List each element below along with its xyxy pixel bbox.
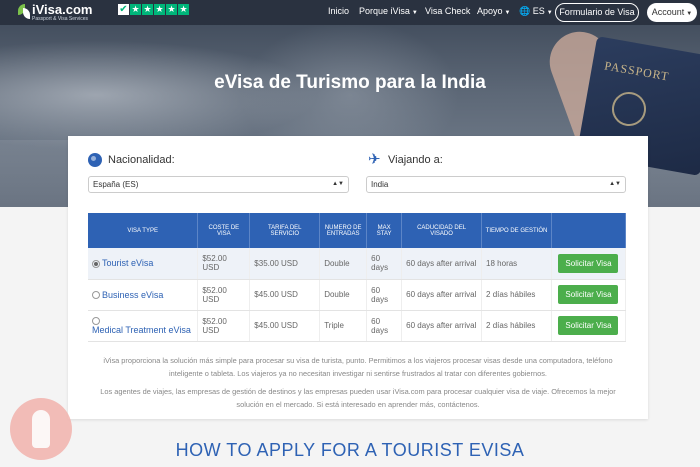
column-header: NUMERO DE ENTRADAS [319, 213, 368, 248]
nav-visa-check[interactable]: Visa Check [425, 6, 470, 16]
column-header [551, 213, 627, 248]
destination-label: Viajando a: [388, 154, 443, 166]
visa-name: Medical Treatment eVisa [92, 325, 191, 335]
nav-support[interactable]: Apoyo ▼ [477, 6, 510, 16]
visa-table: VISA TYPE COSTE DE VISA TARIFA DEL SERVI… [88, 213, 627, 342]
chevron-down-icon: ▼ [686, 11, 693, 17]
traveler-badge-icon [10, 398, 72, 460]
entries: Double [319, 279, 368, 311]
nav-support-label: Apoyo [477, 6, 503, 16]
action-cell: Solicitar Visa [551, 310, 627, 342]
visa-card: Nacionalidad: ✈ Viajando a: España (ES) … [68, 136, 648, 419]
column-header: TIEMPO DE GESTIÓN [481, 213, 552, 248]
page-title: eVisa de Turismo para la India [214, 72, 486, 93]
processing-time: 2 días hábiles [481, 310, 552, 342]
entries: Double [319, 248, 368, 280]
nationality-label: Nacionalidad: [108, 154, 175, 166]
star-icon: ★ [130, 4, 141, 15]
visa-type-cell[interactable]: Business eVisa [88, 279, 199, 311]
table-row[interactable]: Business eVisa $52.00 USD $45.00 USD Dou… [88, 279, 627, 311]
visa-cost: $52.00 USD [197, 310, 251, 342]
star-icon: ★ [154, 4, 165, 15]
account-button[interactable]: Account ▼ [647, 3, 697, 22]
service-fee: $45.00 USD [249, 310, 321, 342]
visa-expiry: 60 days after arrival [401, 248, 483, 280]
max-stay: 60 days [366, 279, 403, 311]
table-header-row: VISA TYPE COSTE DE VISA TARIFA DEL SERVI… [88, 213, 627, 248]
trustpilot-rating[interactable]: ✔ ★ ★ ★ ★ ★ [118, 4, 189, 15]
check-icon: ✔ [118, 4, 129, 15]
globe-icon [88, 153, 102, 167]
description-paragraph: iVisa proporciona la solución más simple… [103, 356, 613, 378]
radio-button[interactable] [92, 316, 100, 325]
logo-leaf-icon [18, 4, 30, 20]
visa-expiry: 60 days after arrival [401, 279, 483, 311]
top-navbar: iVisa.com Passport & Visa Services ✔ ★ ★… [0, 0, 700, 25]
description-paragraph: Los agentes de viajes, las empresas de g… [100, 387, 616, 409]
nationality-value: España (ES) [93, 180, 139, 189]
nav-language[interactable]: 🌐 ES ▼ [519, 6, 553, 17]
radio-button[interactable] [92, 260, 100, 269]
column-header: VISA TYPE [88, 213, 199, 248]
destination-value: India [371, 180, 389, 189]
nav-home[interactable]: Inicio [328, 6, 349, 16]
account-label: Account [651, 7, 685, 17]
logo-tagline: Passport & Visa Services [32, 16, 89, 22]
chevron-down-icon: ▼ [504, 10, 511, 16]
apply-visa-button[interactable]: Solicitar Visa [558, 285, 619, 304]
radio-button[interactable] [92, 291, 100, 300]
processing-time: 2 días hábiles [481, 279, 552, 311]
airplane-icon: ✈ [368, 151, 381, 168]
visa-cost: $52.00 USD [197, 248, 251, 280]
star-icon: ★ [166, 4, 177, 15]
select-arrows-icon: ▲▼ [332, 181, 344, 187]
nationality-select[interactable]: España (ES) ▲▼ [88, 176, 349, 193]
star-icon: ★ [142, 4, 153, 15]
column-header: CADUCIDAD DEL VISADO [401, 213, 483, 248]
table-row[interactable]: Tourist eVisa $52.00 USD $35.00 USD Doub… [88, 248, 627, 280]
apply-visa-button[interactable]: Solicitar Visa [558, 316, 619, 335]
nav-why-ivisa-label: Porque iVisa [359, 6, 410, 16]
action-cell: Solicitar Visa [551, 248, 627, 280]
visa-cost: $52.00 USD [197, 279, 251, 311]
service-fee: $45.00 USD [249, 279, 321, 311]
nav-why-ivisa[interactable]: Porque iVisa ▼ [359, 6, 418, 16]
site-logo[interactable]: iVisa.com Passport & Visa Services [18, 2, 108, 23]
column-header: COSTE DE VISA [197, 213, 251, 248]
select-arrows-icon: ▲▼ [609, 181, 621, 187]
chevron-down-icon: ▼ [546, 10, 553, 16]
visa-type-cell[interactable]: Tourist eVisa [88, 248, 199, 280]
section-heading: HOW TO APPLY FOR A TOURIST EVISA [175, 440, 525, 460]
nav-language-label: ES [532, 6, 545, 16]
star-icon: ★ [178, 4, 189, 15]
destination-select[interactable]: India ▲▼ [366, 176, 626, 193]
visa-type-cell[interactable]: Medical Treatment eVisa [88, 310, 199, 342]
max-stay: 60 days [366, 310, 403, 342]
visa-form-button[interactable]: Formulario de Visa [555, 3, 639, 22]
visa-expiry: 60 days after arrival [401, 310, 483, 342]
column-header: MAX STAY [366, 213, 403, 248]
visa-name: Business eVisa [102, 289, 164, 300]
processing-time: 18 horas [481, 248, 552, 280]
table-row[interactable]: Medical Treatment eVisa $52.00 USD $45.0… [88, 310, 627, 342]
visa-name: Tourist eVisa [102, 258, 154, 269]
chevron-down-icon: ▼ [411, 10, 418, 16]
action-cell: Solicitar Visa [551, 279, 627, 311]
logo-text: iVisa.com [32, 2, 93, 17]
globe-icon: 🌐 [519, 6, 531, 16]
service-fee: $35.00 USD [249, 248, 321, 280]
entries: Triple [319, 310, 368, 342]
column-header: TARIFA DEL SERVICIO [249, 213, 321, 248]
apply-visa-button[interactable]: Solicitar Visa [558, 253, 619, 273]
max-stay: 60 days [366, 248, 403, 280]
